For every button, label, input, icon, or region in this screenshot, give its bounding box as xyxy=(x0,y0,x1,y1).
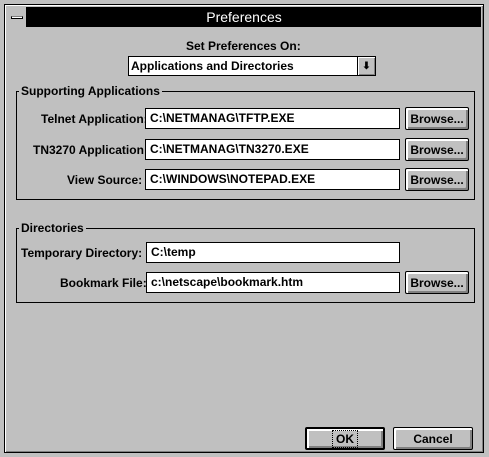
bookmark-file-label: Bookmark File: xyxy=(60,276,147,290)
ok-button-label: OK xyxy=(332,429,358,448)
cancel-button[interactable]: Cancel xyxy=(393,427,473,450)
view-source-label: View Source: xyxy=(67,173,143,187)
tn3270-browse-button[interactable]: Browse... xyxy=(405,138,469,161)
title-bar: Preferences xyxy=(7,7,481,27)
dropdown-arrow-button[interactable]: ⬇ xyxy=(357,57,375,75)
temporary-directory-label: Temporary Directory: xyxy=(21,246,143,260)
screen-background: Preferences Set Preferences On: Applicat… xyxy=(0,0,489,457)
window-title: Preferences xyxy=(206,9,282,25)
directories-title: Directories xyxy=(19,221,86,235)
bookmark-browse-button[interactable]: Browse... xyxy=(405,271,469,294)
view-source-input[interactable]: C:\WINDOWS\NOTEPAD.EXE xyxy=(145,169,400,190)
telnet-application-label: Telnet Application: xyxy=(41,112,148,126)
telnet-application-input[interactable]: C:\NETMANAG\TFTP.EXE xyxy=(145,108,400,129)
tn3270-application-label: TN3270 Application: xyxy=(33,143,148,157)
supporting-applications-title: Supporting Applications xyxy=(19,84,162,98)
set-preferences-label: Set Preferences On: xyxy=(186,39,301,53)
system-menu-button[interactable] xyxy=(7,7,27,27)
temporary-directory-input[interactable]: C:\temp xyxy=(146,242,400,263)
preferences-category-value: Applications and Directories xyxy=(131,59,294,73)
ok-button[interactable]: OK xyxy=(305,427,385,450)
telnet-browse-button[interactable]: Browse... xyxy=(405,107,469,130)
arrow-down-icon: ⬇ xyxy=(362,60,371,72)
tn3270-application-input[interactable]: C:\NETMANAG\TN3270.EXE xyxy=(145,139,400,160)
view-source-browse-button[interactable]: Browse... xyxy=(405,168,469,191)
preferences-dialog: Preferences Set Preferences On: Applicat… xyxy=(4,4,484,453)
preferences-category-select[interactable]: Applications and Directories ⬇ xyxy=(128,56,376,76)
system-menu-icon xyxy=(10,15,23,19)
bookmark-file-input[interactable]: c:\netscape\bookmark.htm xyxy=(146,272,400,293)
